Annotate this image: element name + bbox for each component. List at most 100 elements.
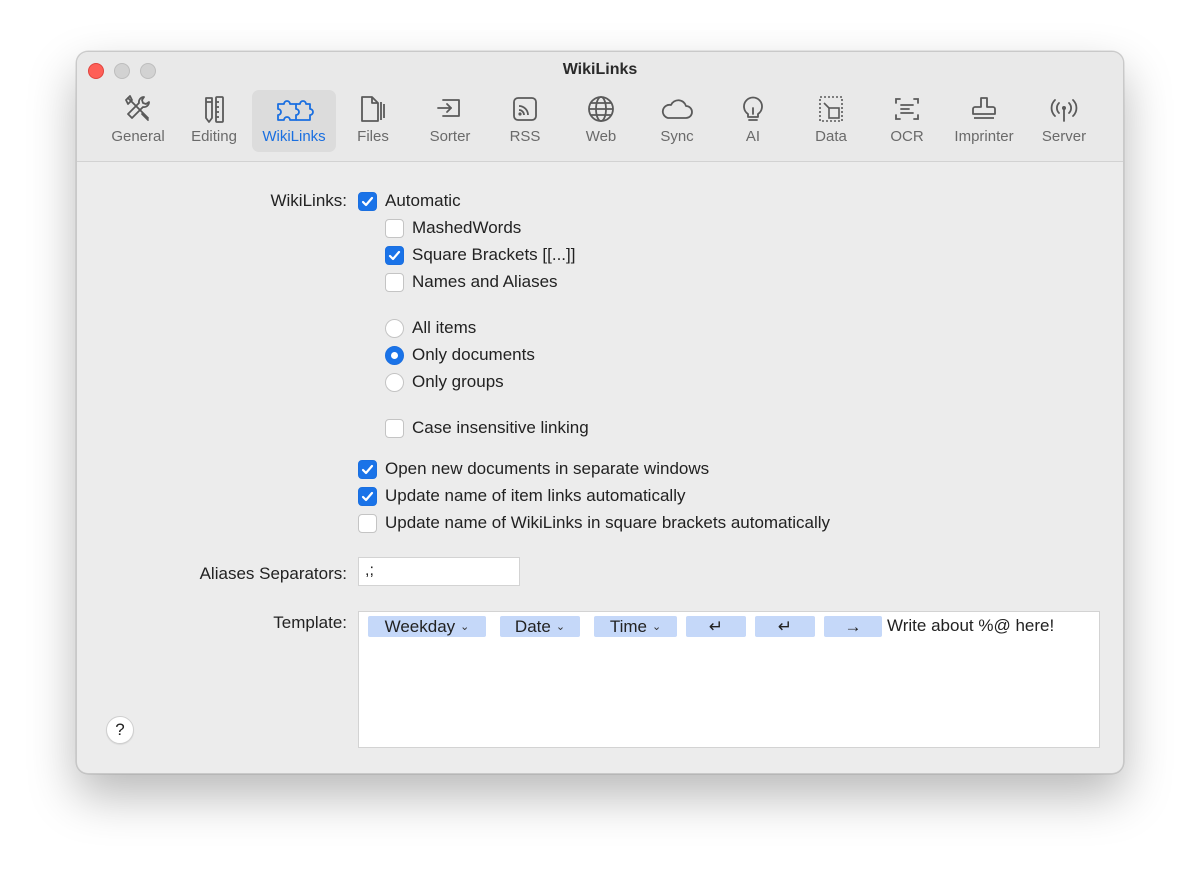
lightbulb-icon	[743, 96, 763, 121]
return-icon: ↵	[708, 616, 724, 636]
aliases-separators-label: Aliases Separators:	[199, 564, 347, 583]
chevron-down-icon: ⌄	[651, 621, 662, 633]
all-items-option[interactable]: All items	[385, 317, 476, 339]
tools-icon	[125, 95, 150, 121]
tab-label: Web	[585, 128, 617, 145]
case-insensitive-checkbox[interactable]	[385, 418, 404, 438]
checkmark-icon	[388, 250, 401, 260]
files-icon	[361, 96, 385, 122]
checkmark-icon	[361, 464, 374, 474]
checkmark-icon	[361, 196, 374, 206]
only-groups-option[interactable]: Only groups	[385, 371, 504, 393]
tab-label: AI	[745, 128, 761, 145]
antenna-icon	[1050, 99, 1078, 122]
tab-data[interactable]: Data	[799, 90, 863, 152]
preferences-window: WikiLinks General Editing WikiLinks File…	[76, 51, 1124, 774]
open-new-windows-label: Open new documents in separate windows	[385, 459, 710, 478]
help-button[interactable]: ?	[106, 716, 134, 744]
titlebar: WikiLinks General Editing WikiLinks File…	[77, 52, 1123, 162]
cloud-icon	[661, 99, 693, 119]
update-wikilinks-label: Update name of WikiLinks in square brack…	[385, 513, 831, 532]
tab-ai[interactable]: AI	[723, 90, 783, 152]
date-token[interactable]: Date ⌄	[500, 616, 580, 637]
names-aliases-option[interactable]: Names and Aliases	[385, 271, 558, 293]
update-item-links-checkbox[interactable]	[358, 486, 377, 506]
window-title: WikiLinks	[562, 61, 638, 78]
tab-label: Server	[1041, 128, 1087, 145]
automatic-label: Automatic	[385, 191, 461, 210]
chevron-down-icon: ⌄	[555, 621, 566, 633]
tab-imprinter[interactable]: Imprinter	[947, 90, 1021, 152]
template-editor[interactable]: Weekday ⌄ Date ⌄ Time ⌄ ↵ ↵ → Write abou…	[358, 611, 1100, 748]
all-items-radio[interactable]	[385, 318, 404, 338]
tab-server[interactable]: Server	[1027, 90, 1101, 152]
token-label: Date	[514, 616, 551, 636]
tab-label: Sorter	[429, 128, 471, 145]
stamp-icon	[972, 97, 996, 119]
tab-label: WikiLinks	[262, 128, 326, 145]
case-insensitive-option[interactable]: Case insensitive linking	[385, 417, 589, 439]
return-token[interactable]: ↵	[755, 616, 815, 637]
tab-label: Sync	[660, 128, 694, 145]
token-label: Weekday	[384, 616, 456, 636]
open-new-windows-checkbox[interactable]	[358, 459, 377, 479]
template-label: Template:	[273, 613, 347, 632]
only-documents-option[interactable]: Only documents	[385, 344, 535, 366]
automatic-option[interactable]: Automatic	[358, 190, 461, 212]
mashed-words-option[interactable]: MashedWords	[385, 217, 521, 239]
return-token[interactable]: ↵	[686, 616, 746, 637]
tab-label: General	[111, 128, 165, 145]
tab-arrow-icon: →	[844, 616, 862, 636]
tab-label: OCR	[890, 128, 924, 145]
chevron-down-icon: ⌄	[460, 621, 470, 633]
mashed-words-label: MashedWords	[412, 218, 522, 237]
tab-label: Imprinter	[954, 128, 1014, 145]
tab-files[interactable]: Files	[339, 90, 407, 152]
update-item-links-option[interactable]: Update name of item links automatically	[358, 485, 685, 507]
only-groups-radio[interactable]	[385, 372, 404, 392]
wikilinks-label: WikiLinks:	[270, 191, 347, 210]
template-text: Write about %@ here!	[887, 616, 1055, 635]
mashed-words-checkbox[interactable]	[385, 218, 404, 238]
all-items-label: All items	[412, 318, 477, 337]
tab-rss[interactable]: RSS	[493, 90, 557, 152]
only-groups-label: Only groups	[412, 372, 504, 391]
return-icon: ↵	[777, 616, 793, 636]
update-wikilinks-checkbox[interactable]	[358, 513, 377, 533]
weekday-token[interactable]: Weekday ⌄	[368, 616, 486, 637]
only-documents-label: Only documents	[412, 345, 535, 364]
only-documents-radio[interactable]	[385, 345, 404, 365]
tab-web[interactable]: Web	[569, 90, 633, 152]
case-insensitive-label: Case insensitive linking	[412, 418, 589, 437]
token-label: Time	[609, 616, 647, 636]
time-token[interactable]: Time ⌄	[594, 616, 677, 637]
tab-sync[interactable]: Sync	[643, 90, 711, 152]
tab-label: Editing	[191, 128, 237, 145]
aliases-separators-input[interactable]: ,;	[358, 557, 520, 586]
tab-label: Data	[815, 128, 847, 145]
data-icon	[819, 96, 843, 122]
tab-editing[interactable]: Editing	[177, 90, 251, 152]
tab-label: Files	[357, 128, 389, 145]
names-aliases-label: Names and Aliases	[412, 272, 558, 291]
puzzle-icon	[277, 100, 314, 121]
checkmark-icon	[361, 491, 374, 501]
globe-icon	[588, 96, 614, 122]
rss-icon	[513, 97, 537, 121]
update-item-links-label: Update name of item links automatically	[385, 486, 686, 505]
tab-wikilinks[interactable]: WikiLinks	[252, 90, 336, 152]
automatic-checkbox[interactable]	[358, 191, 377, 211]
sorter-icon	[437, 99, 460, 117]
square-brackets-label: Square Brackets [[...]]	[412, 245, 576, 264]
pencil-ruler-icon	[205, 96, 224, 123]
update-wikilinks-option[interactable]: Update name of WikiLinks in square brack…	[358, 512, 830, 534]
tab-token[interactable]: →	[824, 616, 882, 637]
open-new-windows-option[interactable]: Open new documents in separate windows	[358, 458, 709, 480]
ocr-icon	[895, 98, 919, 120]
square-brackets-checkbox[interactable]	[385, 245, 404, 265]
tab-general[interactable]: General	[101, 90, 175, 152]
tab-ocr[interactable]: OCR	[875, 90, 939, 152]
names-aliases-checkbox[interactable]	[385, 272, 404, 292]
tab-sorter[interactable]: Sorter	[415, 90, 485, 152]
square-brackets-option[interactable]: Square Brackets [[...]]	[385, 244, 575, 266]
